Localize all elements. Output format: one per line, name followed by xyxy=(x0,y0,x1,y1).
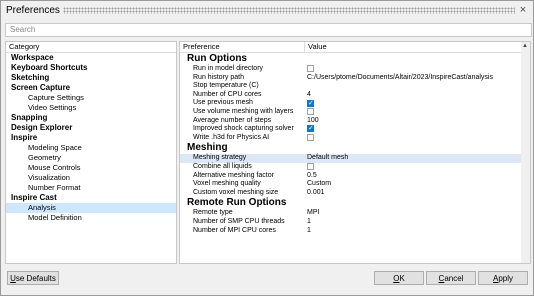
preference-row[interactable]: Run in model directory xyxy=(180,65,522,74)
preference-label: Remote type xyxy=(193,209,233,217)
preference-label: Improved shock capturing solver xyxy=(193,125,294,133)
section-header: Run Options xyxy=(187,53,247,64)
checkbox[interactable] xyxy=(307,108,314,116)
preference-label: Number of CPU cores xyxy=(193,90,262,98)
cancel-button[interactable]: Cancel xyxy=(426,271,476,285)
preference-row[interactable]: Remote type MPI xyxy=(180,209,522,218)
preference-row[interactable]: Voxel meshing quality Custom xyxy=(180,180,522,189)
preference-value[interactable]: 4 xyxy=(307,91,311,100)
cancel-label: ancel xyxy=(444,274,464,283)
category-item-inspire[interactable]: Inspire xyxy=(6,133,176,143)
preference-value[interactable]: 0.001 xyxy=(307,189,325,198)
preference-table: Preference Value Run Options Run in model… xyxy=(179,41,523,264)
preference-row[interactable]: Combine all liquids xyxy=(180,163,522,172)
value-column-header: Value xyxy=(304,42,327,52)
preference-label: Voxel meshing quality xyxy=(193,180,261,188)
category-tree: Category Workspace Keyboard Shortcuts Sket… xyxy=(5,41,177,264)
category-item-workspace[interactable]: Workspace xyxy=(6,53,176,63)
preference-row[interactable]: Number of MPI CPU cores 1 xyxy=(180,227,522,236)
checkbox-checked[interactable]: ✓ xyxy=(307,125,314,133)
category-item-mouse-controls[interactable]: Mouse Controls xyxy=(6,163,176,173)
scroll-up-icon[interactable]: ▲ xyxy=(522,43,528,49)
category-item-visualization[interactable]: Visualization xyxy=(6,173,176,183)
preference-label: Write .h3d for Physics AI xyxy=(193,133,270,141)
preference-label: Use volume meshing with layers xyxy=(193,107,294,115)
category-item-snapping[interactable]: Snapping xyxy=(6,113,176,123)
category-item-screen-capture[interactable]: Screen Capture xyxy=(6,83,176,93)
preference-value[interactable]: Default mesh xyxy=(307,154,348,163)
preference-row[interactable]: Average number of steps 100 xyxy=(180,117,522,126)
preference-value[interactable]: Custom xyxy=(307,180,331,189)
preference-value-cell: ✓ xyxy=(307,125,314,134)
preference-value[interactable]: 0.5 xyxy=(307,172,317,181)
close-icon[interactable]: × xyxy=(517,4,529,16)
preference-label: Run history path xyxy=(193,73,244,81)
preference-row[interactable]: Meshing strategy Default mesh xyxy=(180,154,522,163)
preference-row[interactable]: Write .h3d for Physics AI xyxy=(180,134,522,143)
preference-label: Number of MPI CPU cores xyxy=(193,226,276,234)
preference-label: Use previous mesh xyxy=(193,99,253,107)
category-item-capture-settings[interactable]: Capture Settings xyxy=(6,93,176,103)
preference-row[interactable]: Number of CPU cores 4 xyxy=(180,91,522,100)
use-defaults-label: se Defaults xyxy=(15,274,56,283)
preference-row[interactable]: Improved shock capturing solver ✓ xyxy=(180,125,522,134)
category-item-model-definition[interactable]: Model Definition xyxy=(6,213,176,223)
preference-label: Average number of steps xyxy=(193,116,272,124)
category-item-design-explorer[interactable]: Design Explorer xyxy=(6,123,176,133)
preference-value-cell xyxy=(307,134,314,145)
preference-value-cell: ✓ xyxy=(307,99,314,108)
category-item-inspire-cast[interactable]: Inspire Cast xyxy=(6,193,176,203)
vertical-scrollbar[interactable]: ▲ xyxy=(521,41,531,264)
preference-label: Meshing strategy xyxy=(193,154,247,162)
apply-label: pply xyxy=(498,274,514,283)
preference-label: Alternative meshing factor xyxy=(193,171,274,179)
preference-table-header: Preference Value xyxy=(180,42,522,53)
preference-value[interactable]: 1 xyxy=(307,227,311,236)
drag-grip[interactable] xyxy=(63,7,515,14)
preference-row[interactable]: Custom voxel meshing size 0.001 xyxy=(180,189,522,198)
section-header: Remote Run Options xyxy=(187,197,287,209)
preference-value[interactable]: 100 xyxy=(307,117,319,126)
search-placeholder: Search xyxy=(10,25,36,34)
preference-column-header: Preference xyxy=(183,42,220,51)
preference-value[interactable]: C:/Users/ptome/Documents/Altair/2023/Ins… xyxy=(307,74,493,83)
checkbox[interactable] xyxy=(307,163,314,171)
category-item-geometry[interactable]: Geometry xyxy=(6,153,176,163)
category-item-sketching[interactable]: Sketching xyxy=(6,73,176,83)
search-input[interactable]: Search xyxy=(5,23,532,37)
category-item-analysis[interactable]: Analysis xyxy=(6,203,176,213)
preference-row[interactable]: Use previous mesh ✓ xyxy=(180,99,522,108)
preference-row[interactable]: Use volume meshing with layers xyxy=(180,108,522,117)
ok-label: K xyxy=(399,274,405,283)
preference-row[interactable]: Stop temperature (C) xyxy=(180,82,522,91)
use-defaults-button[interactable]: Use Defaults xyxy=(7,271,59,285)
preference-label: Run in model directory xyxy=(193,65,264,72)
preference-value[interactable]: 1 xyxy=(307,218,311,227)
preference-label: Custom voxel meshing size xyxy=(193,188,279,196)
section-header: Meshing xyxy=(187,142,228,154)
category-header: Category xyxy=(6,42,176,53)
category-item-number-format[interactable]: Number Format xyxy=(6,183,176,193)
ok-button[interactable]: OK xyxy=(374,271,424,285)
preference-value[interactable]: MPI xyxy=(307,209,319,218)
preference-row[interactable]: Number of SMP CPU threads 1 xyxy=(180,218,522,227)
checkbox-checked[interactable]: ✓ xyxy=(307,99,314,107)
preference-row[interactable]: Alternative meshing factor 0.5 xyxy=(180,172,522,181)
preferences-window: Preferences × Search Category Workspace K… xyxy=(0,0,534,296)
window-title: Preferences xyxy=(6,5,60,16)
category-item-keyboard-shortcuts[interactable]: Keyboard Shortcuts xyxy=(6,63,176,73)
category-item-video-settings[interactable]: Video Settings xyxy=(6,103,176,113)
preference-label: Combine all liquids xyxy=(193,162,252,170)
preference-row[interactable]: Run history path C:/Users/ptome/Documents… xyxy=(180,74,522,83)
preference-label: Stop temperature (C) xyxy=(193,82,259,90)
category-item-modeling-space[interactable]: Modeling Space xyxy=(6,143,176,153)
checkbox[interactable] xyxy=(307,134,314,142)
checkbox[interactable] xyxy=(307,65,314,73)
apply-button[interactable]: Apply xyxy=(478,271,528,285)
preference-label: Number of SMP CPU threads xyxy=(193,217,285,225)
title-bar[interactable]: Preferences × xyxy=(1,1,533,21)
